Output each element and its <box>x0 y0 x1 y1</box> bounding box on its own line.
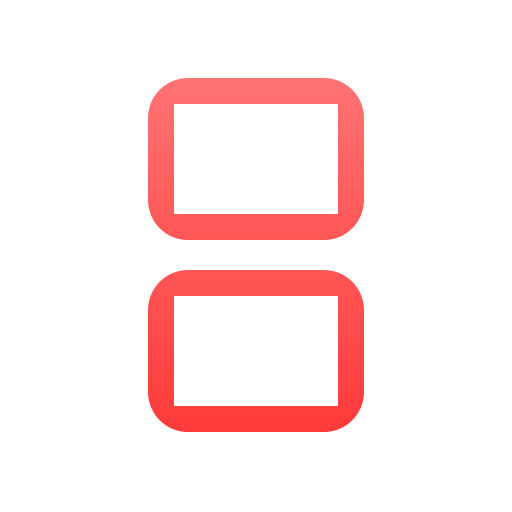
icon-canvas <box>0 0 512 512</box>
dual-screen-icon <box>148 78 364 432</box>
lower-screen <box>148 270 364 432</box>
lower-screen-frame <box>148 270 364 432</box>
upper-screen-frame <box>148 78 364 240</box>
upper-screen <box>148 78 364 240</box>
